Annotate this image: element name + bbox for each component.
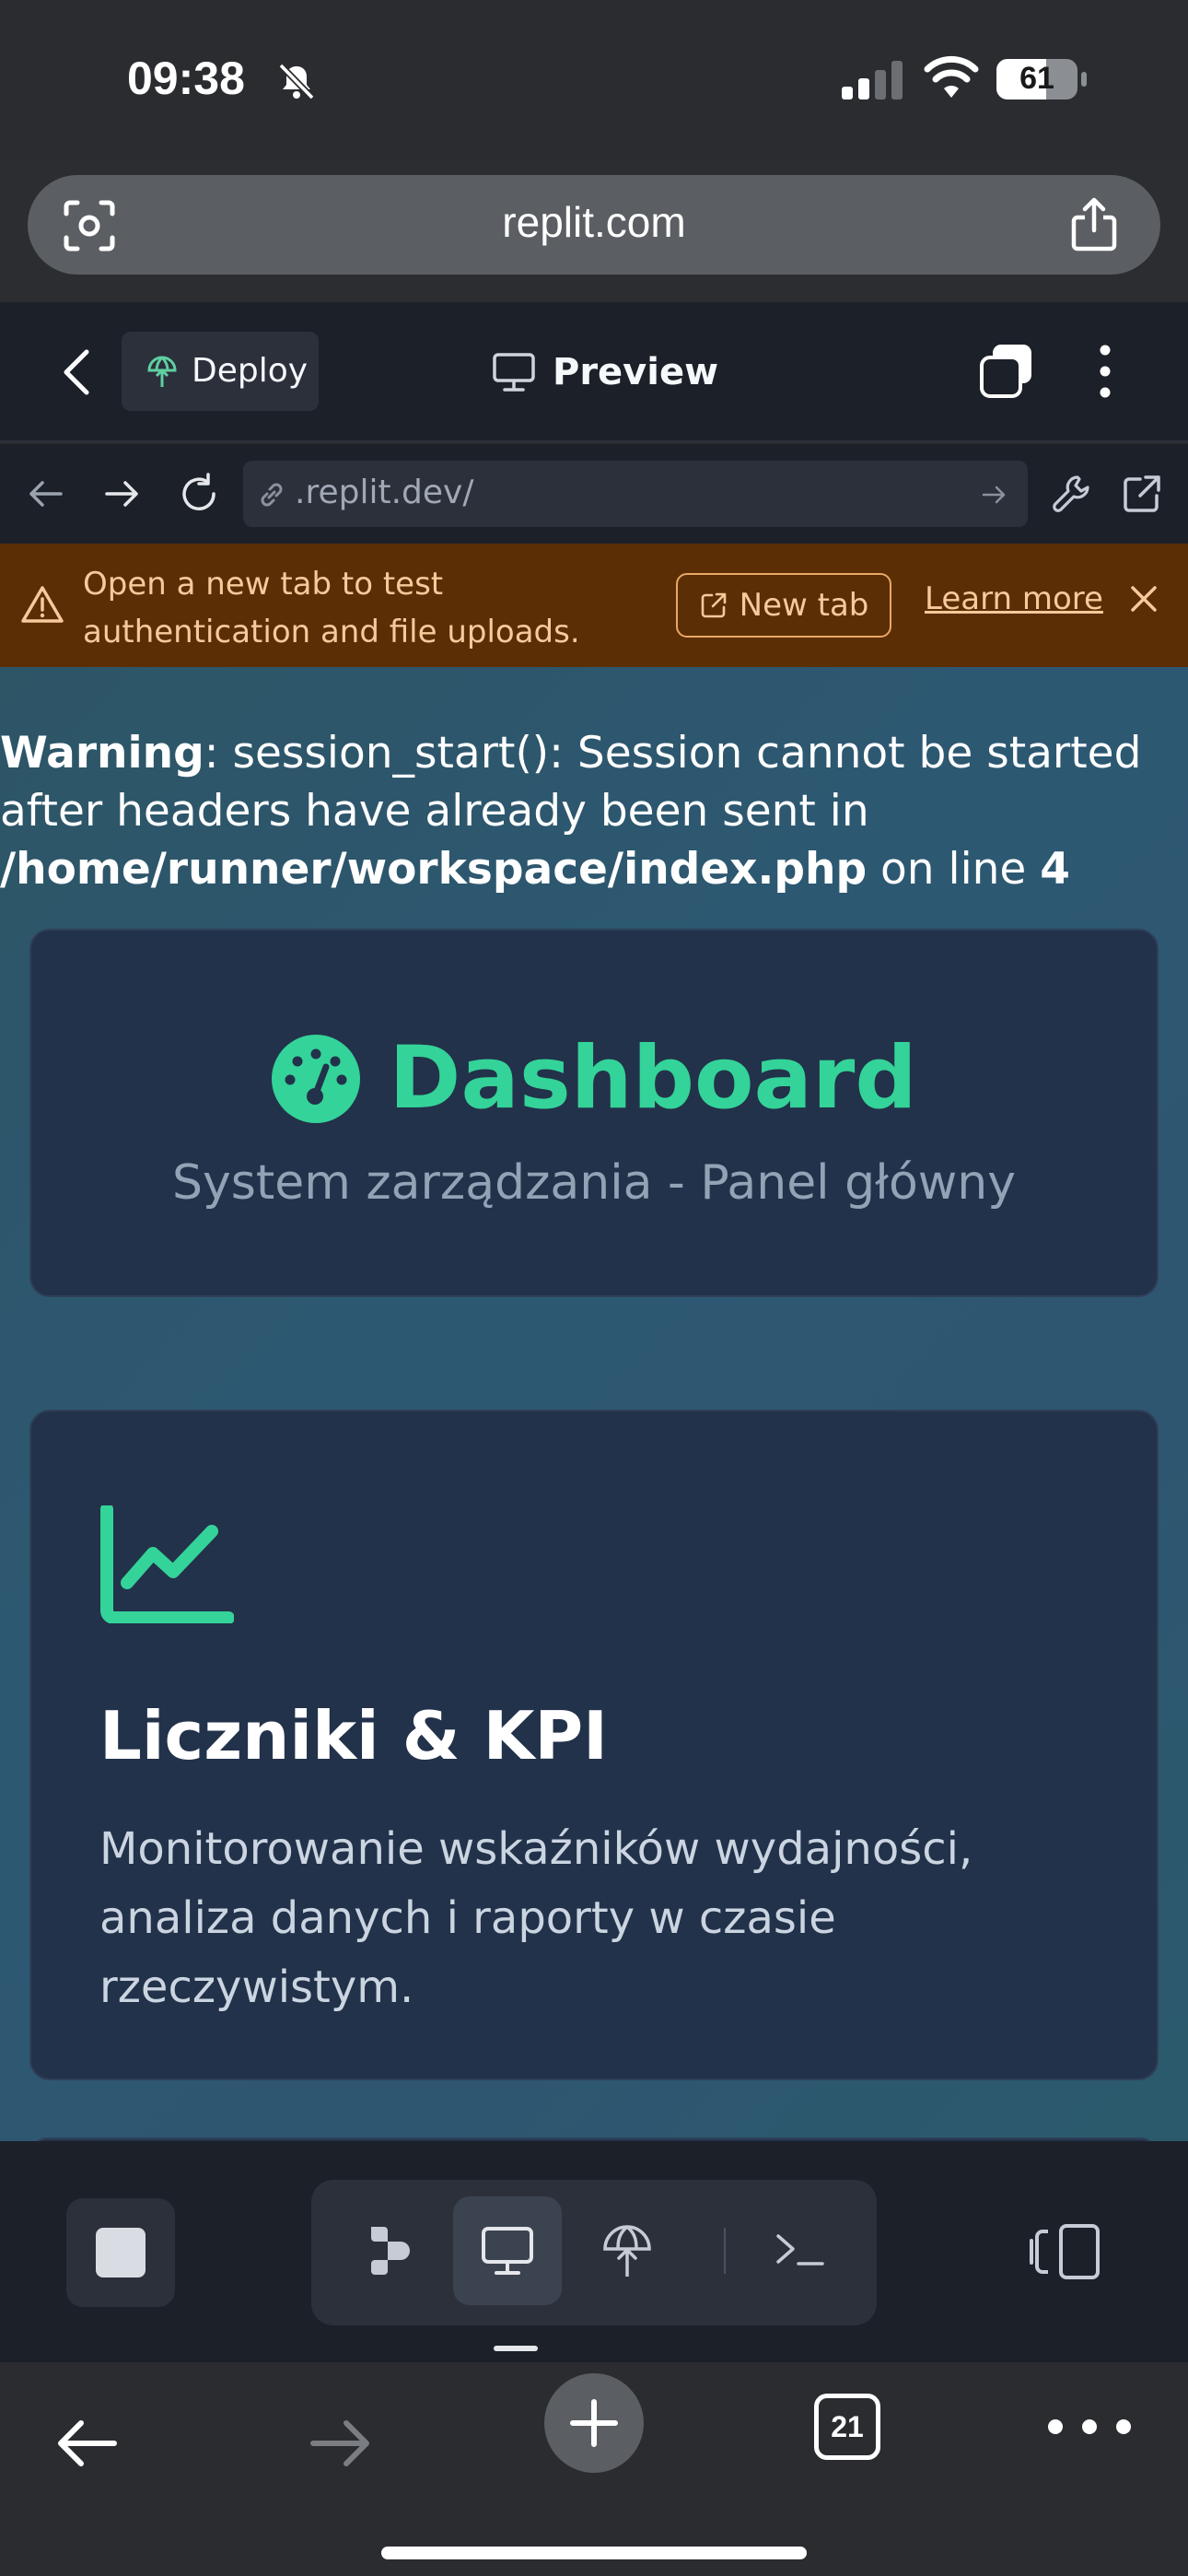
devtools-wrench-icon[interactable] [1050, 472, 1094, 516]
deploy-globe-icon [603, 2225, 651, 2277]
plus-icon [570, 2399, 618, 2447]
browser-back-icon[interactable] [53, 2416, 120, 2471]
drag-handle[interactable] [494, 2346, 538, 2351]
split-view-icon[interactable] [1028, 2222, 1105, 2281]
nav-back-icon[interactable] [24, 472, 68, 516]
kpi-card-description: Monitorowanie wskaźników wydajności, ana… [99, 1823, 973, 2013]
php-warning-path: /home/runner/workspace/index.php [0, 844, 868, 895]
tool-deployments[interactable] [573, 2196, 681, 2305]
dashboard-header-card: Dashboard System zarządzania - Panel głó… [29, 929, 1159, 1297]
stop-button[interactable] [66, 2198, 175, 2307]
browser-forward-icon[interactable] [308, 2416, 374, 2471]
tool-agent[interactable] [333, 2196, 442, 2305]
line-chart-icon [100, 1505, 234, 1623]
php-warning: Warning: session_start(): Session cannot… [0, 724, 1188, 898]
tool-shell[interactable] [746, 2196, 855, 2305]
home-indicator[interactable] [381, 2547, 807, 2559]
replit-header: Deploy Preview [0, 302, 1188, 442]
dashboard-title-row: Dashboard [31, 1028, 1157, 1129]
go-arrow-icon[interactable] [980, 481, 1007, 509]
banner-message: Open a new tab to test authentication an… [83, 566, 580, 650]
terminal-icon [776, 2234, 824, 2266]
kpi-feature-card[interactable]: Liczniki & KPI Monitorowanie wskaźników … [29, 1410, 1159, 2080]
tool-divider [724, 2228, 726, 2274]
cellular-signal-icon [842, 61, 903, 100]
url-text[interactable]: replit.com [28, 197, 1160, 247]
php-warning-line-number: 4 [1040, 844, 1070, 895]
back-chevron-icon[interactable] [61, 348, 92, 396]
more-options-icon[interactable] [1087, 343, 1124, 400]
share-icon[interactable] [1068, 197, 1120, 252]
bell-slash-icon [278, 63, 315, 100]
learn-more-link[interactable]: Learn more [925, 580, 1103, 617]
tool-preview[interactable] [453, 2196, 562, 2305]
kpi-card-title: Liczniki & KPI [99, 1697, 608, 1774]
link-icon [261, 483, 283, 507]
new-tab-button[interactable]: New tab [676, 573, 891, 638]
replit-bottom-toolbar [0, 2141, 1188, 2362]
gauge-icon [272, 1034, 361, 1123]
external-link-icon [701, 592, 726, 618]
reload-icon[interactable] [177, 472, 221, 516]
preview-page: Warning: session_start(): Session cannot… [0, 667, 1188, 2141]
auth-warning-banner: Open a new tab to test authentication an… [0, 544, 1188, 667]
preview-url-input[interactable]: .replit.dev/ [243, 461, 1028, 527]
status-bar: 09:38 61 [0, 0, 1188, 161]
more-icon[interactable] [1046, 2418, 1133, 2436]
address-bar[interactable]: replit.com [28, 175, 1160, 275]
deploy-button[interactable]: Deploy [122, 332, 319, 411]
tool-switcher [311, 2180, 877, 2325]
php-warning-on-line: on line [867, 844, 1041, 895]
preview-label: Preview [553, 351, 719, 393]
agent-icon [371, 2227, 410, 2275]
preview-url-text: .replit.dev/ [295, 474, 474, 511]
monitor-icon [493, 353, 535, 392]
tabs-count-button[interactable]: 21 [814, 2394, 880, 2460]
new-tab-label: New tab [739, 587, 869, 624]
deploy-label: Deploy [192, 352, 309, 390]
browser-bottom-bar: 21 [0, 2362, 1188, 2576]
status-time: 09:38 [127, 53, 245, 104]
tabs-overview-icon[interactable] [978, 343, 1035, 400]
warning-triangle-icon [21, 586, 64, 623]
open-external-icon[interactable] [1120, 472, 1164, 516]
dashboard-subtitle: System zarządzania - Panel główny [171, 1155, 1017, 1211]
battery-level: 61 [1019, 61, 1054, 96]
deploy-globe-icon [147, 356, 177, 387]
new-tab-plus-button[interactable] [544, 2373, 644, 2473]
preview-toolbar: .replit.dev/ [0, 444, 1188, 544]
php-warning-label: Warning [0, 728, 204, 779]
nav-forward-icon[interactable] [99, 472, 144, 516]
wifi-icon [924, 55, 979, 98]
dashboard-title: Dashboard [389, 1028, 917, 1129]
close-icon[interactable] [1125, 580, 1162, 617]
monitor-icon [482, 2227, 533, 2275]
stop-icon [96, 2228, 146, 2277]
battery-indicator: 61 [996, 57, 1089, 101]
preview-tab-title: Preview [492, 348, 718, 396]
